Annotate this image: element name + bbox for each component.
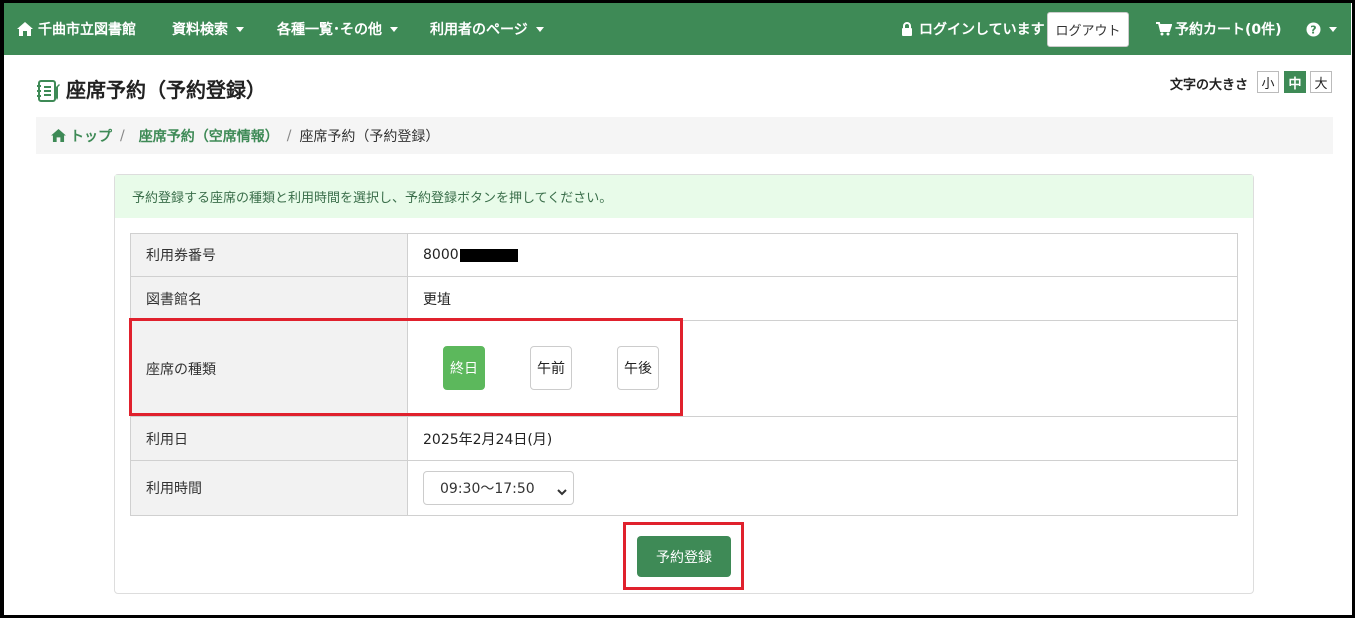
card-number-label: 利用券番号 (130, 233, 408, 277)
breadcrumb-separator: / (286, 127, 292, 144)
font-size-large-button[interactable]: 大 (1310, 71, 1332, 93)
card-number-value: 8000 (423, 247, 459, 263)
menu-search[interactable]: 資料検索 (172, 3, 244, 55)
breadcrumb-current: 座席予約（予約登録） (299, 128, 440, 145)
home-icon (17, 22, 33, 36)
cart-link[interactable]: 予約カート(0件) (1156, 3, 1282, 55)
card-number-cell: 8000 (407, 233, 1238, 277)
menu-user[interactable]: 利用者のページ (430, 3, 544, 55)
font-size-small-button[interactable]: 小 (1257, 71, 1279, 93)
chevron-down-icon (557, 484, 567, 500)
breadcrumb-top-link[interactable]: トップ (70, 126, 112, 146)
login-status-label: ログインしています (919, 22, 1045, 38)
font-size-medium-button[interactable]: 中 (1284, 71, 1306, 93)
menu-user-label: 利用者のページ (430, 22, 528, 38)
menu-lists-label: 各種一覧･その他 (277, 22, 382, 38)
caret-down-icon (236, 26, 244, 32)
svg-text:?: ? (1310, 23, 1316, 36)
question-circle-icon: ? (1306, 22, 1321, 37)
table-row: 利用日 2025年2月24日(月) (130, 416, 1238, 461)
cart-icon (1156, 22, 1172, 36)
highlight-box-submit (623, 522, 744, 590)
top-navbar: 千曲市立図書館 資料検索 各種一覧･その他 利用者のページ ログインしています … (4, 3, 1351, 55)
caret-down-icon (1329, 26, 1337, 32)
caret-down-icon (535, 26, 544, 32)
use-time-selected-value: 09:30～17:50 (440, 481, 535, 497)
logout-button[interactable]: ログアウト (1047, 12, 1129, 47)
notebook-icon (37, 80, 61, 106)
breadcrumb-separator: / (120, 127, 125, 144)
breadcrumb: トップ / 座席予約（空席情報） / 座席予約（予約登録） (36, 117, 1333, 154)
font-size-label: 文字の大きさ (1170, 78, 1249, 93)
menu-lists[interactable]: 各種一覧･その他 (277, 3, 398, 55)
redaction-bar (459, 248, 518, 262)
instruction-alert: 予約登録する座席の種類と利用時間を選択し、予約登録ボタンを押してください。 (115, 175, 1253, 218)
table-row: 利用時間 (130, 460, 1238, 516)
cart-label: 予約カート(0件) (1175, 22, 1282, 38)
use-date-value: 2025年2月24日(月) (407, 416, 1238, 461)
caret-down-icon (390, 26, 398, 32)
menu-search-label: 資料検索 (172, 22, 228, 38)
home-link[interactable]: 千曲市立図書館 (17, 3, 136, 55)
lock-icon (901, 22, 913, 36)
brand-label: 千曲市立図書館 (38, 22, 136, 38)
highlight-box-seat-type (129, 318, 683, 416)
home-icon (51, 129, 66, 142)
page-title: 座席予約（予約登録） (66, 78, 266, 102)
login-status: ログインしています (901, 3, 1045, 55)
table-row: 図書館名 更埴 (130, 276, 1238, 321)
breadcrumb-parent-link[interactable]: 座席予約（空席情報） (139, 126, 279, 146)
help-menu[interactable]: ? (1306, 3, 1337, 55)
use-time-label: 利用時間 (130, 460, 408, 516)
table-row: 利用券番号 8000 (130, 233, 1238, 277)
use-date-label: 利用日 (130, 416, 408, 461)
use-time-select[interactable]: 09:30～17:50 (423, 471, 574, 505)
library-name-label: 図書館名 (130, 276, 408, 321)
library-name-value: 更埴 (407, 276, 1238, 321)
